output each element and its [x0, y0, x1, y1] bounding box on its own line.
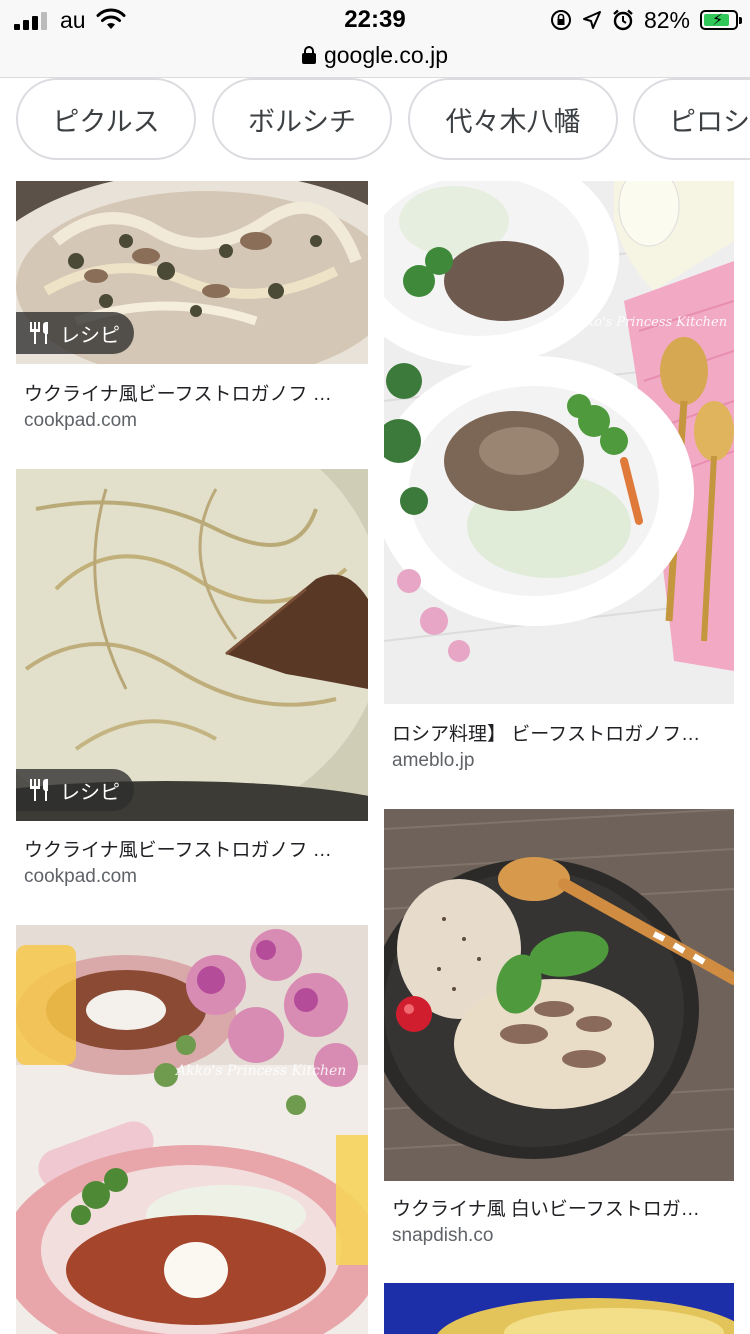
- result-domain[interactable]: ameblo.jp: [392, 750, 474, 772]
- image-result-card[interactable]: レシピ ウクライナ風ビーフストロガノフ … cookpad.com: [16, 469, 368, 889]
- image-result-card[interactable]: ウクライナ風 白いビーフストロガ… snapdish.co: [384, 809, 734, 1259]
- watermark-text: Akko's Princess Kitchen: [174, 1063, 346, 1079]
- lock-icon: [301, 46, 316, 64]
- chip-piroshki[interactable]: ピロシ: [633, 78, 750, 160]
- result-thumbnail[interactable]: Akko's Princess Kitchen: [16, 925, 368, 1334]
- chip-pickles[interactable]: ピクルス: [16, 78, 196, 160]
- result-thumbnail[interactable]: [384, 1283, 734, 1334]
- recipe-badge-label: レシピ: [60, 324, 120, 347]
- result-title[interactable]: ウクライナ風ビーフストロガノフ …: [24, 379, 360, 406]
- utensils-icon: [30, 779, 48, 801]
- result-domain[interactable]: cookpad.com: [24, 866, 137, 888]
- result-title[interactable]: ロシア料理】 ビーフストロガノフ…: [392, 719, 726, 746]
- result-title[interactable]: ウクライナ風 白いビーフストロガ…: [392, 1194, 726, 1221]
- related-search-chips: ピクルス ボルシチ 代々木八幡 ピロシ: [16, 78, 750, 160]
- status-bar: au 22:39 82% ⚡: [0, 0, 750, 40]
- watermark-text: Akko's Princess Kitchen: [568, 315, 727, 330]
- recipe-badge-label: レシピ: [60, 781, 120, 804]
- result-thumbnail[interactable]: Akko's Princess Kitchen: [384, 181, 734, 704]
- battery-charging-icon: ⚡: [700, 10, 742, 30]
- url-bar[interactable]: google.co.jp: [0, 38, 750, 72]
- location-arrow-icon: [582, 11, 601, 29]
- image-result-card[interactable]: [384, 1283, 734, 1334]
- image-result-card[interactable]: Akko's Princess Kitchen ロシア料理】 ビーフストロガノフ…: [384, 181, 734, 781]
- chip-borscht[interactable]: ボルシチ: [212, 78, 392, 160]
- image-result-card[interactable]: レシピ ウクライナ風ビーフストロガノフ … cookpad.com: [16, 181, 368, 451]
- recipe-badge: レシピ: [16, 769, 134, 811]
- orientation-lock-icon: [550, 10, 571, 30]
- chip-yoyogi-hachiman[interactable]: 代々木八幡: [408, 78, 618, 160]
- result-thumbnail[interactable]: [384, 809, 734, 1181]
- battery-percent: 82%: [643, 6, 690, 33]
- utensils-icon: [30, 322, 48, 344]
- result-title[interactable]: ウクライナ風ビーフストロガノフ …: [24, 835, 360, 862]
- image-result-card[interactable]: Akko's Princess Kitchen: [16, 925, 368, 1334]
- recipe-badge: レシピ: [16, 312, 134, 354]
- alarm-clock-icon: [613, 9, 633, 31]
- status-right-cluster: 82% ⚡: [550, 6, 742, 34]
- browser-top-bar: au 22:39 82% ⚡ google.co.jp: [0, 0, 750, 78]
- result-domain[interactable]: snapdish.co: [392, 1225, 493, 1247]
- result-domain[interactable]: cookpad.com: [24, 410, 137, 432]
- url-text[interactable]: google.co.jp: [324, 42, 448, 69]
